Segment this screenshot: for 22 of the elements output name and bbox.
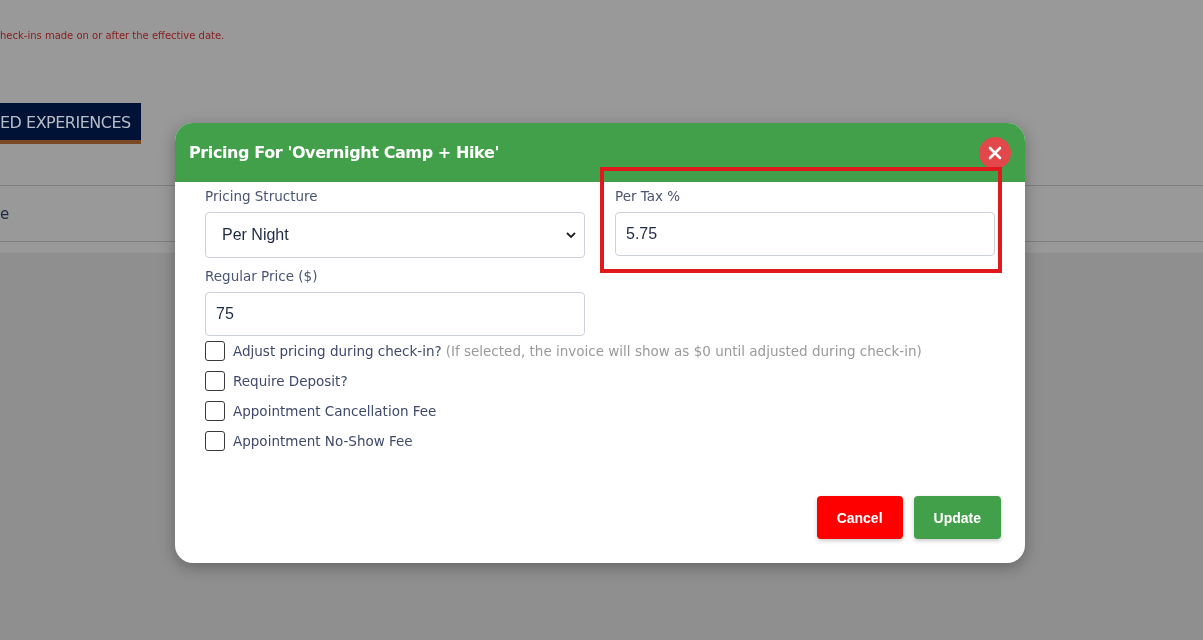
price-input[interactable]: 75 xyxy=(205,292,585,336)
field-label: Regular Price ($) xyxy=(205,268,318,284)
option-label: Appointment No-Show Fee xyxy=(233,433,413,449)
option-label: Appointment Cancellation Fee xyxy=(233,403,437,419)
cancel-button[interactable]: Cancel xyxy=(816,496,903,539)
section-tab[interactable]: ED EXPERIENCES xyxy=(0,103,141,144)
field-label: Per Tax % xyxy=(615,188,681,204)
option-hint: (If selected, the invoice will show as $0 until adjusted during check-in) xyxy=(445,343,922,359)
close-icon xyxy=(988,146,1002,160)
pricing-structure-select[interactable]: Per Night xyxy=(205,212,585,258)
checkbox[interactable] xyxy=(205,341,225,361)
table-cell: e xyxy=(0,204,10,223)
field-label: Pricing Structure xyxy=(205,188,318,204)
option-label: Require Deposit? xyxy=(233,373,348,389)
checkbox[interactable] xyxy=(205,431,225,451)
chevron-down-icon xyxy=(566,231,576,239)
checkbox[interactable] xyxy=(205,371,225,391)
tax-input[interactable]: 5.75 xyxy=(615,212,995,256)
notice-text: heck-ins made on or after the effective date. xyxy=(0,30,225,41)
option-label: Adjust pricing during check-in? xyxy=(233,343,442,359)
dialog-title: Pricing For 'Overnight Camp + Hike' xyxy=(189,143,499,162)
checkbox[interactable] xyxy=(205,401,225,421)
